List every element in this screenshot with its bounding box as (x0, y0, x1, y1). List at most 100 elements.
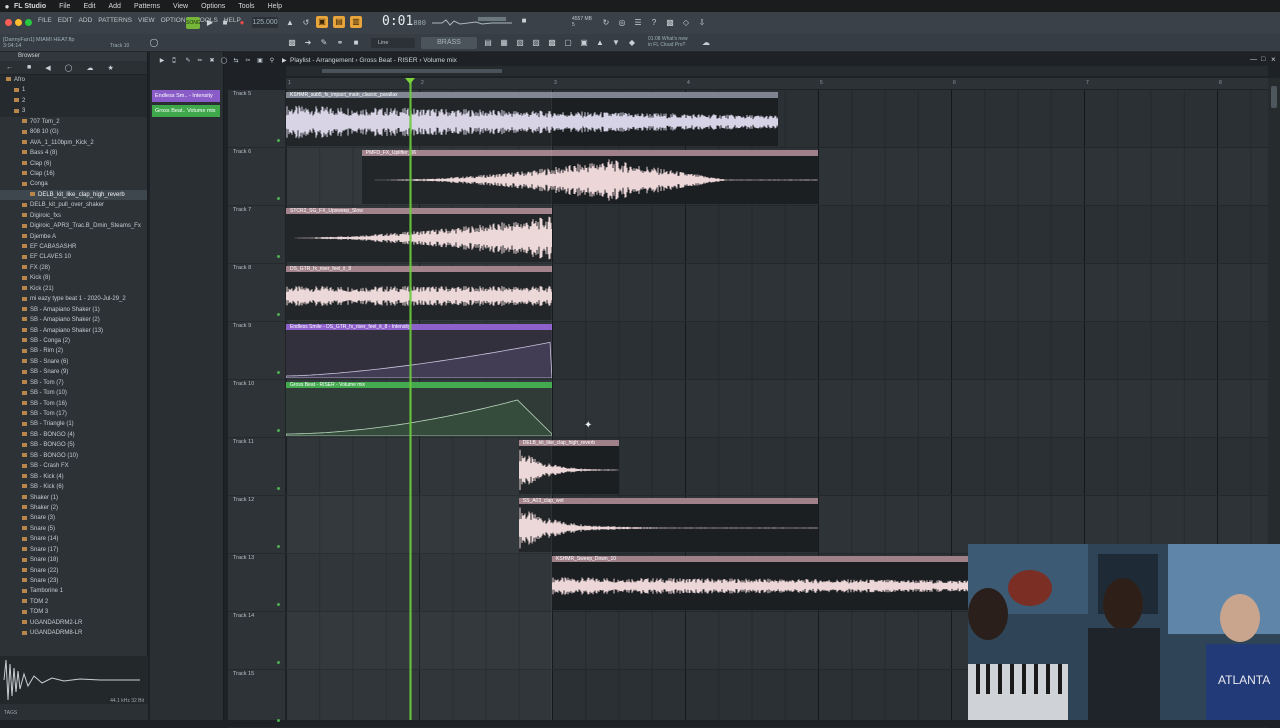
browser-item[interactable]: SB - Snare (9) (0, 367, 147, 377)
track-active-indicator-icon[interactable] (277, 719, 280, 722)
browser-item[interactable]: Clap (6) (0, 159, 147, 169)
browser-collapse-icon[interactable]: ◀ (45, 64, 50, 72)
browser-item[interactable]: Snare (5) (0, 524, 147, 534)
paint-tool-icon[interactable]: ✏ (194, 55, 206, 67)
browser-item[interactable]: SB - BONGO (10) (0, 451, 147, 461)
maximize-window-icon[interactable] (25, 19, 32, 26)
browser-item[interactable]: Afro (0, 75, 147, 86)
menubar-options[interactable]: Options (201, 3, 225, 10)
vertical-scroll-thumb[interactable] (1271, 86, 1277, 108)
browser-item[interactable]: Snare (3) (0, 513, 147, 523)
track-header[interactable]: Track 10 (228, 380, 286, 438)
link-icon[interactable]: ⚭ (334, 37, 346, 49)
apple-icon[interactable]: ● (0, 2, 14, 11)
track-active-indicator-icon[interactable] (277, 255, 280, 258)
metronome-icon[interactable]: ▲ (284, 17, 296, 29)
browser-back-icon[interactable]: ← (6, 64, 13, 71)
record-icon[interactable]: ● (236, 17, 248, 29)
playlist-clip[interactable]: KSHMR_Sweep_Down_10 (552, 556, 1018, 610)
browser-item[interactable]: SB - Tom (16) (0, 399, 147, 409)
browser-search-icon[interactable]: ◯ (65, 64, 73, 72)
menubar-app-name[interactable]: FL Studio (14, 3, 46, 10)
browser-item[interactable]: Tamborine 1 (0, 586, 147, 596)
browser-item[interactable]: Digiroic_fxs (0, 211, 147, 221)
track-active-indicator-icon[interactable] (277, 197, 280, 200)
channel-rack-icon[interactable]: ▧ (514, 37, 526, 49)
browser-star-icon[interactable]: ★ (107, 64, 113, 72)
browser-item[interactable]: Digiroic_APR3_Trac.B_Dmin_Steams_Fx (0, 221, 147, 231)
fl-menu-view[interactable]: VIEW (138, 17, 155, 24)
track-active-indicator-icon[interactable] (277, 661, 280, 664)
browser-item[interactable]: SB - Amapiano Shaker (1) (0, 305, 147, 315)
track-header[interactable]: Track 7 (228, 206, 286, 264)
track-active-indicator-icon[interactable] (277, 429, 280, 432)
track-header[interactable]: Track 6 (228, 148, 286, 206)
menubar-add[interactable]: Add (109, 3, 121, 10)
track-header[interactable]: Track 13 (228, 554, 286, 612)
blend-notes-icon[interactable]: ▤ (333, 16, 345, 28)
browser-item[interactable]: SB - Tom (17) (0, 409, 147, 419)
track-active-indicator-icon[interactable] (277, 139, 280, 142)
browser-folder-icon[interactable]: ■ (27, 64, 31, 71)
minimize-window-icon[interactable] (15, 19, 22, 26)
track-header[interactable]: Track 5 (228, 90, 286, 148)
browser-item[interactable]: Snare (17) (0, 545, 147, 555)
browser-item[interactable]: Bass 4 (8) (0, 148, 147, 158)
browser-item[interactable]: Snare (22) (0, 566, 147, 576)
song-mode-toggle[interactable]: SONG (186, 17, 201, 29)
browser-item[interactable]: 707 Tom_2 (0, 117, 147, 127)
playlist-menu-icon[interactable]: ▶ (156, 55, 168, 67)
playhead[interactable] (409, 78, 412, 720)
browser-item[interactable]: DELB_kit_pull_over_shaker (0, 200, 147, 210)
browser-item[interactable]: 1 (0, 85, 147, 96)
browser-item[interactable]: EF CABASASHR (0, 242, 147, 252)
step-edit-icon[interactable]: ▣ (316, 16, 328, 28)
slice-tool-icon[interactable]: ✂ (242, 55, 254, 67)
browser-item[interactable]: FX (28) (0, 263, 147, 273)
fl-menu-add[interactable]: ADD (79, 17, 93, 24)
browser-item[interactable]: SB - BONGO (4) (0, 430, 147, 440)
timeline-ruler[interactable]: 1 2 3 4 5 6 7 8 (286, 78, 1268, 90)
browser-item[interactable]: SB - Amapiano Shaker (2) (0, 315, 147, 325)
browser-item[interactable]: 808 10 (G) (0, 127, 147, 137)
mute-tool-icon[interactable]: ◯ (218, 55, 230, 67)
download-icon[interactable]: ⇩ (696, 17, 708, 29)
browser-item[interactable]: Snare (23) (0, 576, 147, 586)
stamp-icon[interactable]: ■ (350, 37, 362, 49)
track-header[interactable]: Track 15 (228, 670, 286, 728)
zoom-tool-icon[interactable]: ⚲ (266, 55, 278, 67)
browser-item[interactable]: mi eazy type beat 1 - 2020-Jul-29_2 (0, 294, 147, 304)
script-icon[interactable]: ◆ (626, 37, 638, 49)
pencil-icon[interactable]: ✎ (318, 37, 330, 49)
mixer-button-icon[interactable]: ▨ (530, 37, 542, 49)
browser-item[interactable]: Clap (16) (0, 169, 147, 179)
clip-source-intensity[interactable]: Endless Sm.. - Intensity (152, 90, 220, 102)
browser-item[interactable]: EF CLAVES 10 (0, 252, 147, 262)
magnet-icon[interactable]: ⧮ (168, 55, 180, 67)
slip-tool-icon[interactable]: ⇆ (230, 55, 242, 67)
track-active-indicator-icon[interactable] (277, 603, 280, 606)
browser-item[interactable]: Conga (0, 179, 147, 189)
track-active-indicator-icon[interactable] (277, 545, 280, 548)
browser-item[interactable]: SB - BONGO (5) (0, 440, 147, 450)
playlist-button-icon[interactable]: ▤ (482, 37, 494, 49)
browser-item[interactable]: Kick (21) (0, 284, 147, 294)
master-knob-icon[interactable]: ◯ (148, 37, 160, 49)
browser-item[interactable]: TOM 2 (0, 597, 147, 607)
fl-menu-file[interactable]: FILE (38, 17, 52, 24)
browser-item[interactable]: UGANDADRM2-LR (0, 618, 147, 628)
track-header[interactable]: Track 12 (228, 496, 286, 554)
stop-square-icon[interactable]: ■ (518, 15, 530, 27)
browser-item[interactable]: SB - Kick (4) (0, 472, 147, 482)
browser-item[interactable]: SB - Amapiano Shaker (13) (0, 326, 147, 336)
browser-item[interactable]: Snare (18) (0, 555, 147, 565)
keyboard-icon[interactable]: ▩ (286, 37, 298, 49)
menubar-view[interactable]: View (173, 3, 188, 10)
browser-item[interactable]: SB - Tom (10) (0, 388, 147, 398)
browser-item[interactable]: Snare (14) (0, 534, 147, 544)
plugin-manager-icon[interactable]: ▲ (594, 37, 606, 49)
browser-item[interactable]: SB - Crash FX (0, 461, 147, 471)
countdown-icon[interactable]: ▥ (350, 16, 362, 28)
draw-tool-icon[interactable]: ✎ (182, 55, 194, 67)
delete-tool-icon[interactable]: ✖ (206, 55, 218, 67)
